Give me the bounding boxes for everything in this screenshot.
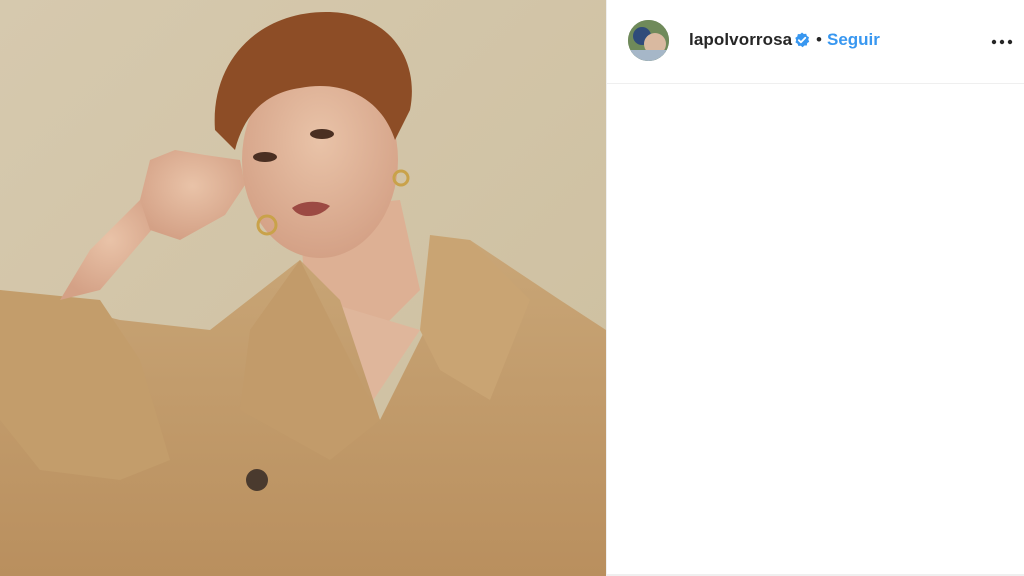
verified-badge-icon [794, 32, 810, 48]
follow-button[interactable]: Seguir [827, 30, 880, 50]
post-side-panel: lapolvorrosa • Seguir [606, 0, 1024, 576]
avatar[interactable] [628, 20, 669, 61]
portrait-illustration [0, 0, 606, 576]
avatar-image [628, 20, 669, 61]
separator-dot: • [816, 30, 822, 49]
post-photo[interactable] [0, 0, 606, 576]
more-options-icon[interactable] [991, 34, 1013, 45]
username-link[interactable]: lapolvorrosa [689, 30, 792, 50]
post-header: lapolvorrosa • Seguir [607, 0, 1024, 84]
